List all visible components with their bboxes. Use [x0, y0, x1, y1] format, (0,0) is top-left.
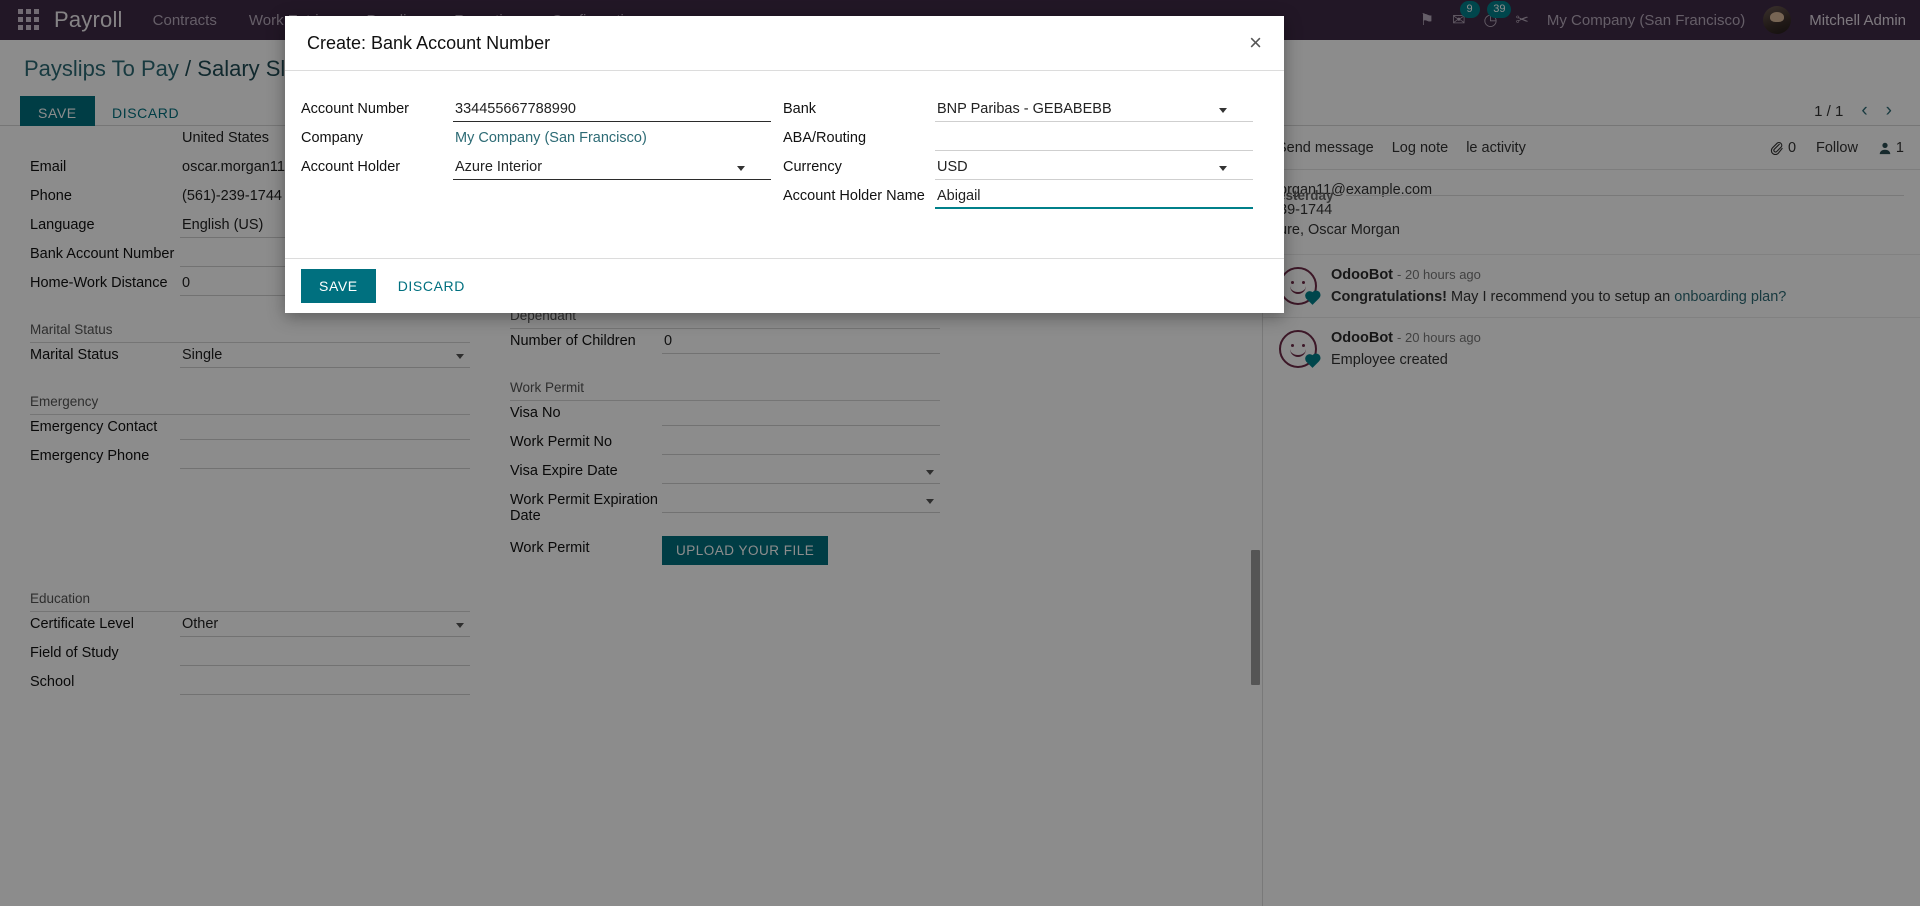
company-value: My Company (San Francisco)	[453, 126, 771, 151]
dialog-field-aba-routing: ABA/Routing	[783, 126, 1253, 155]
dialog-body: Account Number 334455667788990 Company M…	[285, 71, 1284, 258]
dialog-footer: SAVE DISCARD	[285, 258, 1284, 313]
dialog-save-button[interactable]: SAVE	[301, 269, 376, 303]
screen-root: Payroll Contracts Work Entries Payslips …	[0, 0, 1920, 906]
close-icon[interactable]: ×	[1249, 32, 1262, 54]
field-label: Currency	[783, 159, 842, 175]
field-label: ABA/Routing	[783, 130, 867, 146]
field-label: Account Holder Name	[783, 188, 925, 204]
dialog-column-right: Bank BNP Paribas - GEBABEBB ABA/Routing …	[783, 97, 1253, 213]
field-label: Bank	[783, 101, 817, 117]
dialog-field-bank: Bank BNP Paribas - GEBABEBB	[783, 97, 1253, 126]
aba-routing-input[interactable]	[935, 126, 1253, 151]
dialog-header: Create: Bank Account Number ×	[285, 16, 1284, 71]
field-label: Account Holder	[301, 159, 401, 175]
field-label: Company	[301, 130, 364, 146]
dialog-column-left: Account Number 334455667788990 Company M…	[301, 97, 771, 184]
dialog-field-account-number: Account Number 334455667788990	[301, 97, 771, 126]
dialog-title: Create: Bank Account Number	[307, 32, 551, 53]
create-bank-account-dialog: Create: Bank Account Number × Account Nu…	[285, 16, 1284, 313]
currency-input[interactable]: USD	[935, 155, 1253, 180]
dialog-field-company: Company My Company (San Francisco)	[301, 126, 771, 155]
dialog-field-currency: Currency USD	[783, 155, 1253, 184]
company-link[interactable]: My Company (San Francisco)	[455, 130, 647, 146]
dialog-discard-button[interactable]: DISCARD	[386, 269, 477, 303]
bank-input[interactable]: BNP Paribas - GEBABEBB	[935, 97, 1253, 122]
dialog-field-account-holder-name: Account Holder Name Abigail	[783, 184, 1253, 213]
field-label: Account Number	[301, 101, 409, 117]
account-holder-name-input[interactable]: Abigail	[935, 184, 1253, 209]
account-holder-input[interactable]: Azure Interior	[453, 155, 771, 180]
dialog-field-account-holder: Account Holder Azure Interior	[301, 155, 771, 184]
account-number-input[interactable]: 334455667788990	[453, 97, 771, 122]
